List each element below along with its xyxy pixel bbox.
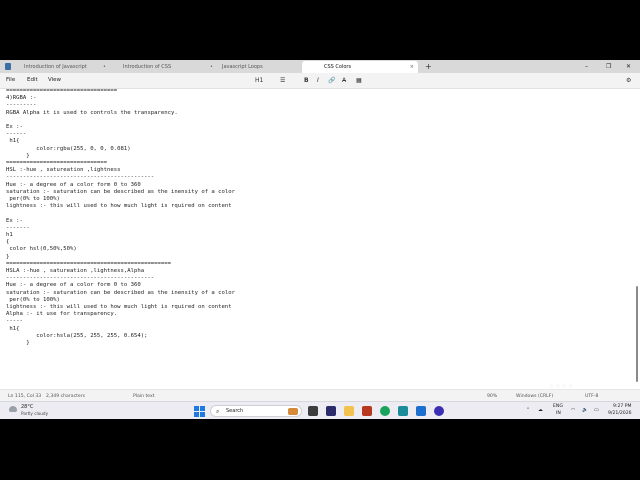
editor-line: per(0% to 100%) xyxy=(6,196,60,202)
editor-line: ------ xyxy=(6,131,27,138)
editor-line: Ex :- xyxy=(6,124,23,130)
cloud-icon[interactable] xyxy=(9,406,17,412)
tab-label: CSS Colors xyxy=(324,64,352,70)
maximize-button[interactable]: ❐ xyxy=(606,61,611,72)
editor-line: saturation :- saturation can be describe… xyxy=(6,289,236,296)
chevron-up-icon[interactable]: ⌃ xyxy=(526,402,530,419)
tab-javascript-loops[interactable]: Javascript Loops • xyxy=(200,61,316,73)
clock-time[interactable]: 9:27 PM xyxy=(613,404,632,409)
editor-line: ========================================… xyxy=(6,260,172,267)
vertical-scrollbar[interactable] xyxy=(636,286,638,382)
bold-button[interactable]: B xyxy=(304,73,309,88)
weather-temperature[interactable]: 28°C xyxy=(21,404,33,410)
notepad-icon[interactable] xyxy=(398,406,408,416)
editor-line: HSLA :-hue , satureation ,lightness,Alph… xyxy=(6,268,145,274)
battery-icon[interactable]: ▭ xyxy=(594,402,599,419)
editor-line: ----------------------------------------… xyxy=(6,174,155,181)
close-window-button[interactable]: ✕ xyxy=(626,61,631,72)
tab-label: Introduction of CSS xyxy=(123,64,172,70)
editor-line: } xyxy=(6,253,10,260)
brave-browser-icon[interactable] xyxy=(362,406,372,416)
language-indicator[interactable]: ENG xyxy=(553,404,563,409)
edge-browser-icon[interactable] xyxy=(380,406,390,416)
editor-line: } xyxy=(6,152,30,159)
minimize-button[interactable]: – xyxy=(585,61,588,72)
editor-line: Hue :- a degree of a color form 0 to 360 xyxy=(6,181,141,188)
editor-line: lightness :- this will used to how much … xyxy=(6,203,232,210)
italic-button[interactable]: I xyxy=(317,73,319,88)
menu-edit[interactable]: Edit xyxy=(27,73,38,88)
editor-line: ------- xyxy=(6,224,30,231)
heading-dropdown[interactable]: H1 xyxy=(255,73,263,88)
editor-line: ----- xyxy=(6,318,23,325)
close-icon[interactable]: × xyxy=(410,61,414,73)
wifi-icon[interactable]: ◠ xyxy=(571,402,575,419)
editor-line: lightness :- this will used to how much … xyxy=(6,304,232,310)
editor-line: saturation :- saturation can be describe… xyxy=(6,188,236,195)
editor-line: ----------------------------------------… xyxy=(6,275,155,282)
editor-line: Alpha :- it use for transparency. xyxy=(6,311,118,318)
editor-line: Ex :- xyxy=(6,217,23,224)
vscode-icon[interactable] xyxy=(416,406,426,416)
editor-line: ================================= xyxy=(6,88,118,94)
taskbar: 28°C Partly cloudy ⌕ Search ⌃ ☁ ENG IN ◠… xyxy=(0,401,640,419)
link-icon[interactable]: 🔗 xyxy=(328,73,335,88)
search-highlight-icon xyxy=(288,408,298,415)
editor-line: HSL :-hue , satureation ,lightness xyxy=(6,167,121,174)
editor-line: ============================== xyxy=(6,160,108,166)
new-tab-button[interactable]: + xyxy=(425,61,432,73)
editor-line: } xyxy=(6,340,30,346)
tab-label: Introduction of Javascript xyxy=(24,64,87,70)
editor-line: h1{ xyxy=(6,325,20,332)
editor-line: color:hsla(255, 255, 255, 0.654); xyxy=(6,332,148,339)
menu-bar: File Edit View H1 ☰ B I 🔗 A̶ ▦ ⚙ xyxy=(0,73,640,89)
list-icon[interactable]: ☰ xyxy=(280,73,285,88)
editor-line: color:rgba(255, 0, 0, 0.081) xyxy=(6,145,131,152)
app-icon[interactable] xyxy=(326,406,336,416)
menu-view[interactable]: View xyxy=(48,73,61,88)
clear-formatting-icon[interactable]: A̶ xyxy=(342,73,346,88)
watermark: ◦◦◦◦ xyxy=(548,380,574,393)
taskbar-search[interactable]: ⌕ Search xyxy=(210,405,302,417)
windows-start-icon[interactable] xyxy=(194,406,205,417)
tab-bar: Introduction of Javascript • Introductio… xyxy=(0,60,640,73)
editor-line: h1{ xyxy=(6,138,20,145)
search-icon: ⌕ xyxy=(216,408,220,415)
tab-css-colors[interactable]: CSS Colors × xyxy=(302,61,418,73)
editor-line: --------- xyxy=(6,102,37,109)
menu-file[interactable]: File xyxy=(6,73,15,88)
keyboard-layout[interactable]: IN xyxy=(556,411,561,416)
tab-label: Javascript Loops xyxy=(222,64,263,70)
editor-line: per(0% to 100%) xyxy=(6,296,60,303)
editor-line: 4)RGBA :- xyxy=(6,95,37,102)
app-icon[interactable] xyxy=(434,406,444,416)
clock-date[interactable]: 9/21/2026 xyxy=(608,411,632,416)
weather-description[interactable]: Partly cloudy xyxy=(21,411,48,416)
editor-line: color hsl(0,50%,50%) xyxy=(6,246,77,253)
search-placeholder: Search xyxy=(226,408,244,414)
onedrive-icon[interactable]: ☁ xyxy=(538,402,543,419)
editor-line: Hue :- a degree of a color form 0 to 360 xyxy=(6,282,141,289)
editor-line: { xyxy=(6,239,10,246)
settings-icon[interactable]: ⚙ xyxy=(626,73,631,88)
volume-icon[interactable]: 🔈 xyxy=(582,402,588,419)
editor-line: h1 xyxy=(6,232,13,238)
screen: Introduction of Javascript • Introductio… xyxy=(0,60,640,419)
text-editor[interactable]: ================================= 4)RGBA… xyxy=(6,88,626,388)
tab-introduction-javascript[interactable]: Introduction of Javascript • xyxy=(2,61,110,73)
file-explorer-icon[interactable] xyxy=(344,406,354,416)
editor-line: RGBA Alpha it is used to controls the tr… xyxy=(6,109,178,116)
table-icon[interactable]: ▦ xyxy=(356,73,362,88)
task-view-icon[interactable] xyxy=(308,406,318,416)
